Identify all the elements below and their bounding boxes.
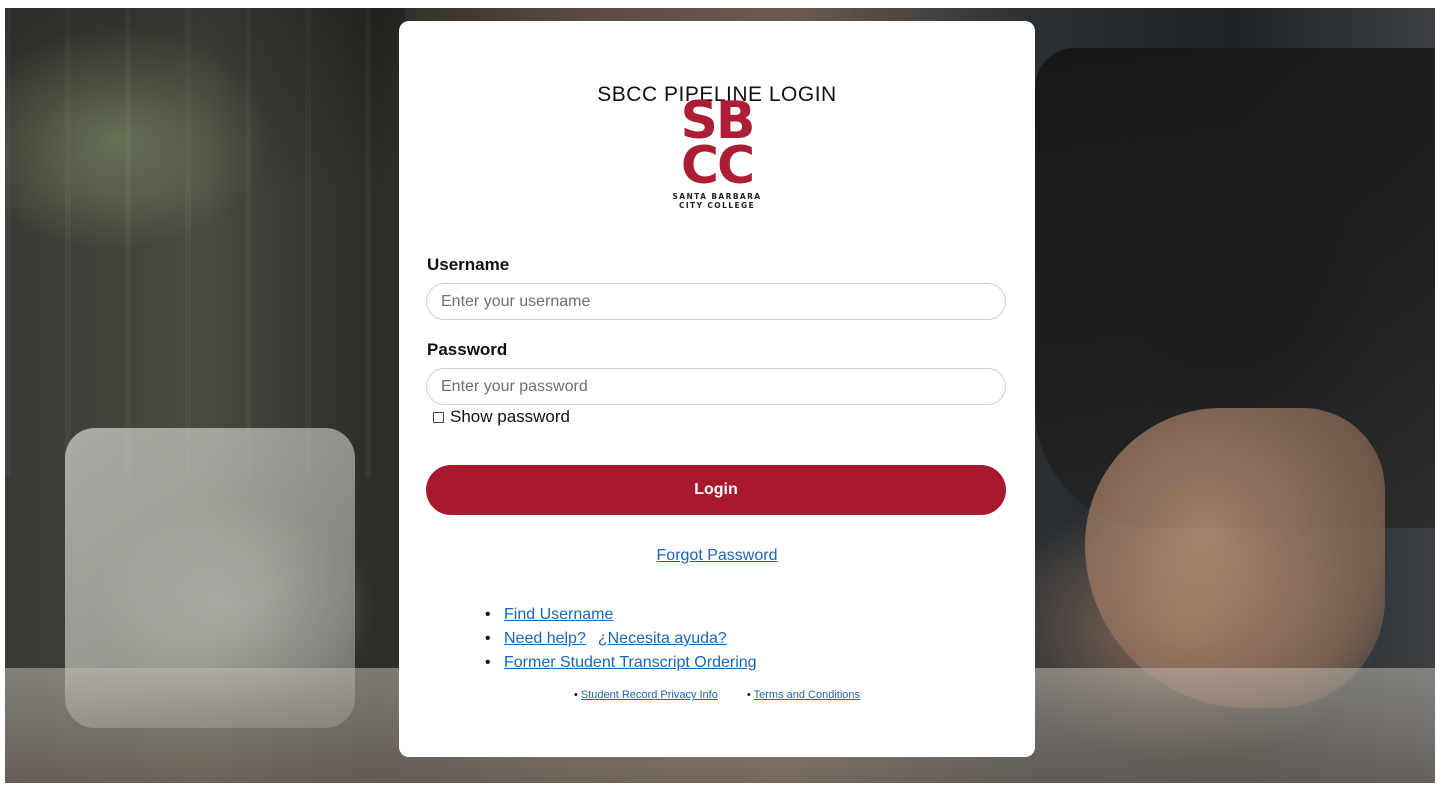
necesita-ayuda-link[interactable]: ¿Necesita ayuda? bbox=[598, 630, 727, 647]
sbcc-logo: SB CC SANTA BARBARA CITY COLLEGE bbox=[661, 95, 773, 210]
find-username-link[interactable]: Find Username bbox=[504, 606, 613, 623]
show-password-label: Show password bbox=[450, 407, 571, 426]
footer-item-terms: • Terms and Conditions bbox=[747, 689, 860, 701]
checkbox-icon[interactable] bbox=[433, 411, 444, 423]
logo-text-cc: CC bbox=[680, 136, 755, 196]
footer-item-privacy: • Student Record Privacy Info bbox=[574, 689, 721, 701]
bullet-icon: • bbox=[485, 630, 491, 647]
list-item-find-username: • Find Username bbox=[485, 603, 757, 627]
login-button[interactable]: Login bbox=[426, 465, 1006, 515]
password-label: Password bbox=[427, 340, 508, 359]
show-password-toggle[interactable]: Show password bbox=[433, 407, 570, 427]
login-card: SBCC PIPELINE LOGIN SB CC SANTA BARBARA … bbox=[399, 21, 1035, 757]
bullet-icon: • bbox=[746, 689, 751, 701]
username-input[interactable] bbox=[426, 283, 1006, 320]
bullet-icon: • bbox=[485, 606, 491, 623]
need-help-link[interactable]: Need help? bbox=[504, 630, 586, 647]
logo-subtitle-city-college: CITY COLLEGE bbox=[678, 201, 756, 210]
bullet-icon: • bbox=[485, 654, 491, 671]
password-input[interactable] bbox=[426, 368, 1006, 405]
forgot-password-container: Forgot Password bbox=[399, 545, 1035, 565]
username-label: Username bbox=[427, 255, 510, 274]
transcript-ordering-link[interactable]: Former Student Transcript Ordering bbox=[504, 654, 757, 671]
help-links-list: • Find Username • Need help? ¿Necesita ayud… bbox=[485, 603, 757, 675]
background-shelf bbox=[5, 8, 405, 478]
list-item-need-help: • Need help? ¿Necesita ayuda? bbox=[485, 627, 757, 651]
logo-subtitle-santa-barbara: SANTA BARBARA bbox=[672, 192, 762, 201]
footer-links: • Student Record Privacy Info • Terms an… bbox=[399, 689, 1035, 701]
background-arm bbox=[1085, 408, 1385, 708]
forgot-password-link[interactable]: Forgot Password bbox=[657, 547, 778, 564]
terms-link[interactable]: Terms and Conditions bbox=[754, 689, 860, 701]
list-item-transcript: • Former Student Transcript Ordering bbox=[485, 651, 757, 675]
bullet-icon: • bbox=[573, 689, 578, 701]
privacy-info-link[interactable]: Student Record Privacy Info bbox=[581, 689, 718, 701]
